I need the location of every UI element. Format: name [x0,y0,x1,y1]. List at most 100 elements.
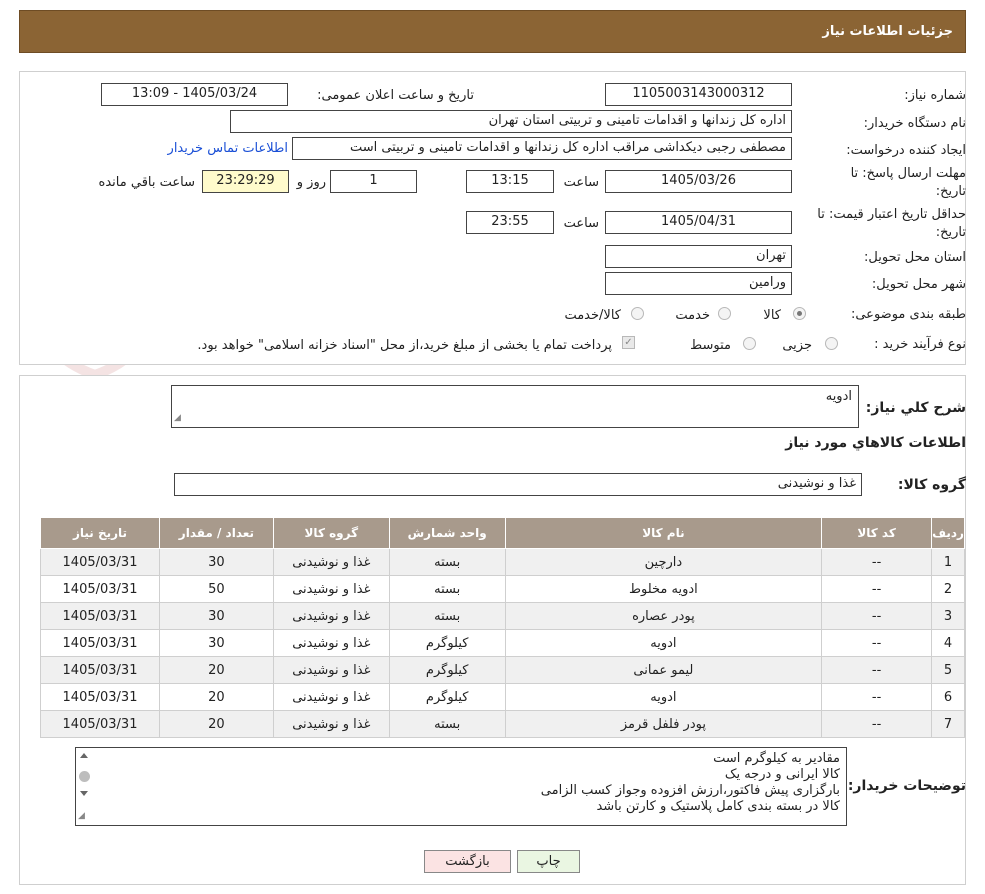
deadline-label: مهلت ارسال پاسخ: تا [850,166,966,181]
back-button[interactable]: بازگشت [424,850,511,873]
table-row[interactable]: 2 -- ادویه مخلوط بسته غذا و نوشیدنی 50 1405/03… [40,575,965,603]
cell-date: 1405/03/31 [40,602,160,630]
scroll-thumb[interactable] [79,771,90,782]
cell-unit: بسته [388,575,506,603]
city-label: شهر محل تحویل: [871,277,966,292]
table-row[interactable]: 4 -- ادویه کیلوگرم غذا و نوشیدنی 30 1405/03/31 [40,629,965,657]
process-option-medium: متوسط [690,338,731,353]
cell-group: غذا و نوشیدنی [272,575,390,603]
cell-row: 5 [931,656,965,684]
cell-code: -- [821,710,933,738]
category-radio-service[interactable] [718,307,731,320]
province-label: استان محل تحویل: [864,250,966,265]
validity-time-label: ساعت [563,216,599,231]
col-code: کد کالا [821,517,933,549]
creator-field[interactable]: مصطفی رجبی دیکداشی مراقب اداره کل زندانه… [292,137,792,160]
category-radio-goods[interactable] [793,307,806,320]
notes-textarea[interactable]: مقادیر به کیلوگرم است کالا ایرانی و درجه… [75,747,847,826]
process-radio-medium[interactable] [743,337,756,350]
table-row[interactable]: 6 -- ادویه کیلوگرم غذا و نوشیدنی 20 1405/03/31 [40,683,965,711]
category-radio-goods-service[interactable] [631,307,644,320]
col-name: نام کالا [504,517,823,549]
scroll-down-icon[interactable] [80,791,88,796]
cell-name: پودر فلفل قرمز [504,710,823,738]
cell-row: 4 [931,629,965,657]
cell-qty: 50 [159,575,274,603]
resize-grip-icon[interactable]: ◢ [78,808,85,824]
cell-code: -- [821,656,933,684]
need-number-field[interactable]: 1105003143000312 [605,83,792,106]
summary-label: شرح كلي نياز: [865,400,966,416]
cell-group: غذا و نوشیدنی [272,629,390,657]
table-row[interactable]: 1 -- دارچین بسته غذا و نوشیدنی 30 1405/03/31 [40,548,965,576]
cell-group: غذا و نوشیدنی [272,710,390,738]
category-option-service: خدمت [675,308,710,323]
cell-name: ادویه مخلوط [504,575,823,603]
notes-line: کالا در بسته بندی کامل پلاستیک و کارتن ب… [596,799,840,814]
category-label: طبقه بندی موضوعی: [850,307,966,322]
deadline-time-label: ساعت [563,175,599,190]
payment-checkbox[interactable]: ✓ [622,336,635,349]
category-option-goods: کالا [763,308,781,323]
contact-buyer-link[interactable]: اطلاعات تماس خریدار [168,141,288,156]
category-option-goods-service: کالا/خدمت [564,308,621,323]
deadline-time-field[interactable]: 13:15 [466,170,554,193]
group-field[interactable]: غذا و نوشیدنی [174,473,862,496]
cell-row: 7 [931,710,965,738]
cell-unit: کیلوگرم [388,683,506,711]
cell-group: غذا و نوشیدنی [272,602,390,630]
cell-row: 2 [931,575,965,603]
province-field[interactable]: تهران [605,245,792,268]
items-section-title: اطلاعات كالاهاي مورد نياز [785,435,966,451]
items-table: رديف کد کالا نام کالا واحد شمارش گروه کا… [40,517,965,738]
col-group: گروه کالا [272,517,390,549]
summary-textarea[interactable]: ادویه ◢ [171,385,859,428]
col-unit: واحد شمارش [388,517,506,549]
scroll-up-icon[interactable] [80,753,88,758]
table-row[interactable]: 7 -- پودر فلفل قرمز بسته غذا و نوشیدنی 20 1405… [40,710,965,738]
notes-line: مقادیر به کیلوگرم است [713,751,840,766]
cell-code: -- [821,629,933,657]
announce-label: تاریخ و ساعت اعلان عمومی: [317,88,474,103]
cell-name: دارچین [504,548,823,576]
page-header: جزئیات اطلاعات نیاز [19,10,966,53]
page-title: جزئیات اطلاعات نیاز [822,24,953,39]
validity-label: حداقل تاریخ اعتبار قیمت: تا [817,207,966,222]
process-label: نوع فرآیند خرید : [874,337,966,352]
cell-name: ادویه [504,629,823,657]
items-table-body: 1 -- دارچین بسته غذا و نوشیدنی 30 1405/03/31 2-… [40,548,965,738]
col-row: رديف [931,517,965,549]
validity-label-2: تاریخ: [935,225,966,240]
announce-field[interactable]: 1405/03/24 - 13:09 [101,83,288,106]
buyer-org-field[interactable]: اداره کل زندانها و اقدامات تامینی و تربی… [230,110,792,133]
validity-time-field[interactable]: 23:55 [466,211,554,234]
cell-qty: 20 [159,710,274,738]
print-button[interactable]: چاپ [517,850,580,873]
table-row[interactable]: 3 -- پودر عصاره بسته غذا و نوشیدنی 30 1405/03/… [40,602,965,630]
notes-label: توضیحات خریدار: [847,778,966,794]
resize-grip-icon[interactable]: ◢ [174,410,181,426]
cell-qty: 30 [159,602,274,630]
cell-code: -- [821,548,933,576]
table-header-row: رديف کد کالا نام کالا واحد شمارش گروه کا… [40,517,965,549]
summary-text: ادویه [825,389,852,404]
city-field[interactable]: ورامین [605,272,792,295]
days-field[interactable]: 1 [330,170,417,193]
deadline-date-field[interactable]: 1405/03/26 [605,170,792,193]
cell-unit: کیلوگرم [388,629,506,657]
validity-date-field[interactable]: 1405/04/31 [605,211,792,234]
cell-date: 1405/03/31 [40,575,160,603]
group-label: گروه کالا: [897,477,966,493]
table-row[interactable]: 5 -- لیمو عمانی کیلوگرم غذا و نوشیدنی 20 1405/… [40,656,965,684]
buyer-org-label: نام دستگاه خریدار: [863,116,966,131]
cell-unit: بسته [388,548,506,576]
cell-group: غذا و نوشیدنی [272,656,390,684]
cell-date: 1405/03/31 [40,710,160,738]
notes-line: بارگزاری پیش فاکتور،ارزش افزوده وجواز کس… [540,783,840,798]
cell-date: 1405/03/31 [40,629,160,657]
cell-unit: بسته [388,710,506,738]
col-date: تاریخ نیاز [40,517,160,549]
cell-name: پودر عصاره [504,602,823,630]
cell-qty: 20 [159,656,274,684]
process-radio-minor[interactable] [825,337,838,350]
